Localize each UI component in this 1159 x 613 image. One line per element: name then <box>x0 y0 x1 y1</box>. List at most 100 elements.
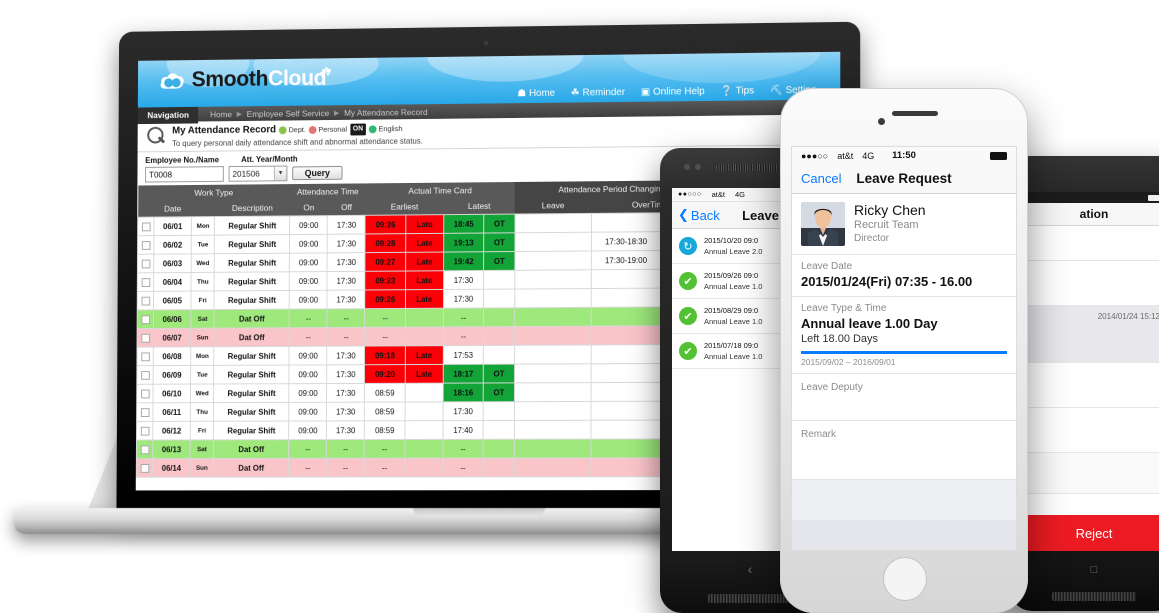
row-checkbox-cell[interactable] <box>136 402 154 422</box>
list-item-line2: Annual Leave 1.0 <box>704 317 763 326</box>
topnav-item-reminder[interactable]: ☘ Reminder <box>571 87 625 98</box>
employee-input[interactable]: T0008 <box>145 166 224 183</box>
cell-earliest: -- <box>364 308 406 328</box>
cell-on: 09:00 <box>289 346 328 366</box>
leave-type-section[interactable]: Leave Type & Time Annual leave 1.00 Day … <box>792 297 1016 374</box>
leave-date-section[interactable]: Leave Date 2015/01/24(Fri) 07:35 - 16.00 <box>792 255 1016 297</box>
list-item-line1: 2015/09/26 09:0 <box>704 271 759 280</box>
breadcrumb-item-home[interactable]: Home <box>210 109 232 119</box>
topnav-item-online-help[interactable]: ▣ Online Help <box>641 86 705 98</box>
row-checkbox[interactable] <box>141 296 150 306</box>
back-button[interactable]: ❮ Back <box>678 207 720 223</box>
brand-text: SmoothCloud <box>192 65 327 91</box>
breadcrumb-item-ess[interactable]: Employee Self Service <box>247 108 330 119</box>
detail-cell[interactable] <box>1021 453 1159 494</box>
cell-late-flag <box>404 439 443 459</box>
dept-icon <box>278 126 287 135</box>
row-checkbox[interactable] <box>141 259 150 269</box>
globe-icon <box>368 125 377 134</box>
row-checkbox[interactable] <box>140 426 150 436</box>
status-bar <box>1021 192 1159 203</box>
detail-cell[interactable] <box>1021 226 1159 261</box>
reject-button[interactable]: Reject <box>1021 515 1159 551</box>
detail-cell[interactable] <box>1021 261 1159 306</box>
android-home-icon[interactable]: □ <box>1088 565 1100 576</box>
list-item-text: 2015/08/29 09:0 Annual Leave 1.0 <box>704 305 762 327</box>
requester-name: Ricky Chen <box>854 202 926 218</box>
detail-cell[interactable] <box>1021 408 1159 453</box>
cell-overtime-period: 17:30-18:30 <box>591 231 661 251</box>
app-header: SmoothCloud ➜ ☗ Home ☘ Reminder ▣ Online… <box>137 51 841 108</box>
approved-check-icon: ✔ <box>679 307 697 325</box>
leave-request-title: Leave Request <box>856 171 952 186</box>
status-badge-on[interactable]: ON <box>349 123 366 136</box>
cell-late-flag: Late <box>405 233 444 253</box>
cell-leave <box>514 288 592 308</box>
cell-ot-flag <box>483 420 515 440</box>
cell-description: Regular Shift <box>214 346 290 366</box>
row-checkbox[interactable] <box>140 389 150 399</box>
cell-description: Dat Off <box>213 439 289 459</box>
row-checkbox[interactable] <box>140 445 149 454</box>
row-checkbox-cell[interactable] <box>136 439 153 459</box>
webcam-icon <box>483 40 489 46</box>
list-item-line1: 2015/10/20 09:0 <box>704 236 759 245</box>
topnav-label: Online Help <box>653 86 705 98</box>
row-checkbox-cell[interactable] <box>136 384 154 403</box>
row-checkbox-cell[interactable] <box>136 458 153 478</box>
iphone-device: ●●●○○ at&t 4G 11:50 Cancel Leave Request <box>780 88 1028 613</box>
iphone-screen: ●●●○○ at&t 4G 11:50 Cancel Leave Request <box>791 146 1017 551</box>
tag-language[interactable]: English <box>368 123 403 135</box>
cell-description: Regular Shift <box>214 215 290 236</box>
row-checkbox-cell[interactable] <box>136 328 154 348</box>
row-checkbox[interactable] <box>140 333 150 343</box>
cell-on: 09:00 <box>289 364 328 384</box>
row-checkbox[interactable] <box>140 370 150 380</box>
remark-field[interactable]: Remark <box>792 421 1016 480</box>
cell-latest: 17:30 <box>443 270 484 290</box>
topnav-item-tips[interactable]: ❔ Tips <box>720 86 754 97</box>
row-checkbox[interactable] <box>141 222 151 232</box>
detail-cell[interactable] <box>1021 363 1159 408</box>
row-checkbox[interactable] <box>140 314 150 324</box>
approved-check-icon: ✔ <box>679 272 697 290</box>
month-select[interactable]: 201506 ▼ <box>228 165 288 182</box>
cell-on: 09:00 <box>289 252 328 272</box>
leave-deputy-field[interactable]: Leave Deputy <box>792 374 1016 421</box>
cell-day: Fri <box>190 290 215 310</box>
cell-day: Thu <box>191 272 215 292</box>
row-checkbox[interactable] <box>141 277 150 287</box>
cell-date: 06/06 <box>153 309 191 329</box>
row-checkbox-cell[interactable] <box>137 217 155 236</box>
cell-description: Dat Off <box>213 458 289 478</box>
leave-balance-label: Left 18.00 Days <box>801 333 879 345</box>
topnav-item-home[interactable]: ☗ Home <box>517 88 555 99</box>
page-title-row: My Attendance Record Dept. Personal ON E… <box>172 123 423 137</box>
tag-dept[interactable]: Dept. <box>278 124 306 136</box>
row-checkbox[interactable] <box>141 240 151 250</box>
tag-personal[interactable]: Personal <box>308 124 347 136</box>
row-checkbox-cell[interactable] <box>137 254 154 273</box>
home-button[interactable] <box>883 557 927 601</box>
row-checkbox-cell[interactable] <box>137 309 154 329</box>
row-checkbox-cell[interactable] <box>137 235 154 255</box>
row-checkbox[interactable] <box>140 352 150 361</box>
navigation-label: Navigation <box>137 104 199 125</box>
row-checkbox-cell[interactable] <box>136 421 153 441</box>
col-select-all[interactable] <box>137 200 155 218</box>
query-button[interactable]: Query <box>292 165 343 181</box>
row-checkbox-cell[interactable] <box>137 291 154 310</box>
row-checkbox-cell[interactable] <box>137 272 154 292</box>
cell-earliest: 09:26 <box>365 214 406 234</box>
android-back-icon[interactable]: ‹ <box>748 561 753 577</box>
row-checkbox[interactable] <box>140 407 150 417</box>
leave-balance-progress <box>801 351 1007 354</box>
remark-label: Remark <box>801 429 837 440</box>
row-checkbox[interactable] <box>140 463 149 473</box>
cell-off: 17:30 <box>327 346 365 365</box>
row-checkbox-cell[interactable] <box>136 347 154 366</box>
row-checkbox-cell[interactable] <box>136 365 154 385</box>
cell-latest: 17:30 <box>443 289 484 309</box>
bell-icon: ☘ <box>570 87 580 99</box>
brand-logo[interactable]: SmoothCloud <box>159 65 327 91</box>
